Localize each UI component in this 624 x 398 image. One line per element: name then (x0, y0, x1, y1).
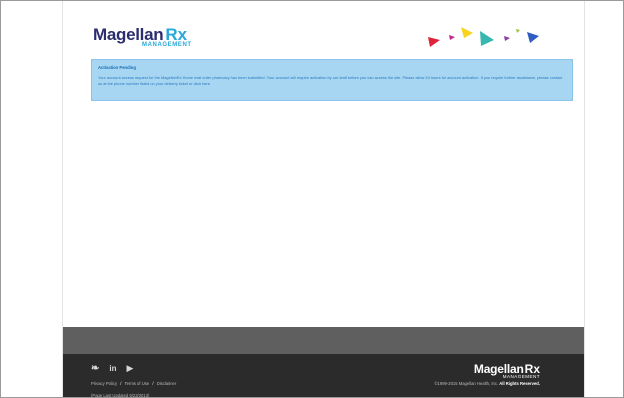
magenta-flag-icon (449, 35, 455, 40)
copyright-text: ©1999-2015 Magellan Health, Inc. All Rig… (434, 381, 540, 386)
alert-title: Activation Pending (98, 65, 136, 70)
disclaimer-link[interactable]: Disclaimer (157, 381, 177, 386)
footer: ❧ in ▶ Privacy Policy / Terms of Use / D… (63, 354, 584, 397)
linkedin-icon[interactable]: in (109, 364, 116, 373)
browser-frame: Magellan Rx MANAGEMENT Activation Pendin… (0, 0, 624, 398)
alert-message[interactable]: Your account access request for the Mage… (98, 75, 566, 87)
blue-flag-icon (527, 32, 539, 43)
twitter-icon[interactable]: ❧ (91, 363, 99, 374)
purple-flag-icon (504, 36, 510, 41)
link-separator: / (120, 381, 122, 386)
lime-flag-icon (516, 29, 520, 33)
youtube-icon[interactable]: ▶ (127, 363, 134, 374)
footer-logo: Magellan Rx MANAGEMENT (474, 362, 540, 379)
magellan-rx-logo[interactable]: Magellan Rx MANAGEMENT (93, 25, 192, 48)
decorative-flags-graphic (428, 27, 539, 47)
page-container: Magellan Rx MANAGEMENT Activation Pendin… (62, 1, 585, 397)
page-last-updated: (Page Last Updated 9/23/2013) (91, 393, 150, 398)
red-flag-icon (428, 37, 440, 47)
logo-subtitle: MANAGEMENT (142, 42, 192, 48)
activation-pending-alert: Activation Pending Your account access r… (91, 59, 573, 101)
link-separator: / (152, 381, 154, 386)
social-links: ❧ in ▶ (91, 363, 133, 374)
teal-flag-icon (480, 31, 494, 46)
footer-links: Privacy Policy / Terms of Use / Disclaim… (91, 381, 176, 386)
copyright-rights: All Rights Reserved. (499, 381, 540, 386)
yellow-flag-icon (461, 27, 473, 38)
privacy-policy-link[interactable]: Privacy Policy (91, 381, 117, 386)
copyright-prefix: ©1999-2015 Magellan Health, Inc. (434, 381, 499, 386)
terms-of-use-link[interactable]: Terms of Use (125, 381, 150, 386)
footer-band (63, 327, 584, 354)
